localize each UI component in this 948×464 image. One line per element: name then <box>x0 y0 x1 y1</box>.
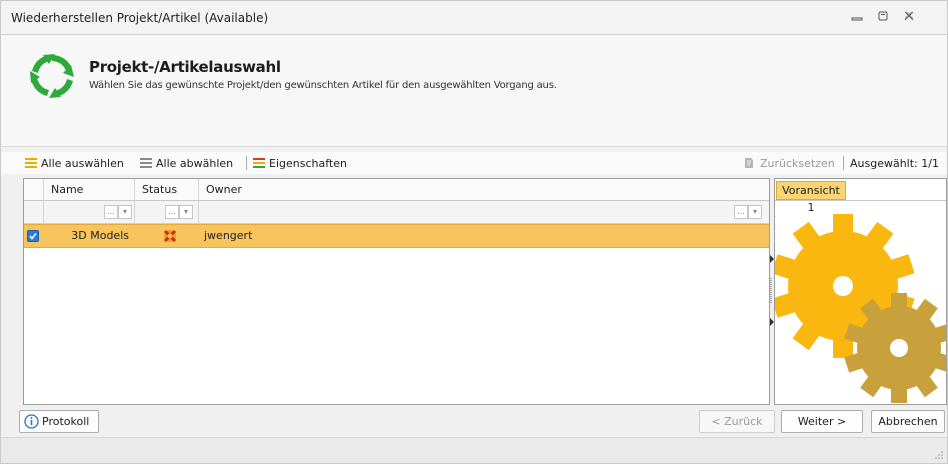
chevron-down-icon[interactable]: ▾ <box>748 205 762 219</box>
row-checkbox[interactable] <box>27 230 39 242</box>
filter-row-check <box>24 201 44 224</box>
next-label: Weiter > <box>797 415 847 428</box>
tab-preview-1[interactable]: Voransicht 1 <box>776 181 846 214</box>
page-subtitle: Wählen Sie das gewünschte Projekt/den ge… <box>89 80 557 91</box>
resize-grip-icon[interactable] <box>935 451 943 459</box>
select-all-label: Alle auswählen <box>41 156 124 170</box>
properties-label: Eigenschaften <box>269 156 347 170</box>
column-status-label: Status <box>142 183 178 196</box>
dialog-window: Wiederherstellen Projekt/Artikel (Availa… <box>0 0 948 464</box>
filter-ellipsis-button[interactable]: ... <box>734 205 748 219</box>
back-button[interactable]: < Zurück <box>699 410 775 433</box>
grid-header-status[interactable]: Status <box>135 179 199 201</box>
select-all-icon <box>25 158 37 168</box>
status-bar <box>1 437 947 463</box>
close-icon[interactable] <box>901 10 917 26</box>
row-name: 3D Models <box>71 229 129 242</box>
chevron-down-icon[interactable]: ▾ <box>118 205 132 219</box>
refresh-logo-icon <box>27 51 77 101</box>
window-title: Wiederherstellen Projekt/Artikel (Availa… <box>11 11 269 25</box>
filter-status[interactable]: ... ▾ <box>135 201 199 224</box>
selected-count-label: Ausgewählt: 1/1 <box>850 156 939 170</box>
properties-icon <box>253 158 265 168</box>
toolbar: Alle auswählen Alle abwählen Eigenschaft… <box>1 152 947 174</box>
reset-icon <box>745 158 753 168</box>
status-icon <box>162 228 178 250</box>
filter-ellipsis-button[interactable]: ... <box>104 205 118 219</box>
filter-ellipsis-button[interactable]: ... <box>165 205 179 219</box>
maximize-icon[interactable] <box>875 10 891 26</box>
row-owner: jwengert <box>204 229 253 242</box>
info-icon <box>24 414 39 429</box>
toolbar-divider <box>843 156 844 170</box>
grid-header-owner[interactable]: Owner <box>199 179 769 201</box>
preview-panel: Voransicht 1 <box>774 178 947 405</box>
toolbar-divider <box>246 156 247 170</box>
minimize-icon[interactable] <box>849 10 865 26</box>
chevron-down-icon[interactable]: ▾ <box>179 205 193 219</box>
table-row[interactable]: 3D Models jwengert <box>24 224 769 248</box>
cancel-label: Abbrechen <box>878 415 938 428</box>
deselect-all-label: Alle abwählen <box>156 156 234 170</box>
page-title: Projekt-/Artikelauswahl <box>89 58 281 76</box>
select-all-button[interactable]: Alle auswählen <box>25 155 124 171</box>
column-name-label: Name <box>51 183 84 196</box>
checkmark-icon <box>29 233 37 240</box>
grid-header-name[interactable]: Name <box>44 179 135 201</box>
next-button[interactable]: Weiter > <box>781 410 863 433</box>
gears-preview-image <box>775 214 946 403</box>
grid-header-check <box>24 179 44 201</box>
reset-button[interactable]: Zurücksetzen <box>742 155 835 171</box>
selected-count: Ausgewählt: 1/1 <box>850 155 939 171</box>
reset-label: Zurücksetzen <box>760 156 835 170</box>
back-label: < Zurück <box>711 415 763 428</box>
protocol-label: Protokoll <box>42 415 90 428</box>
wizard-header: Projekt-/Artikelauswahl Wählen Sie das g… <box>1 35 947 147</box>
project-grid: Name Status Owner ... ▾ ... ▾ ... ▾ 3D M… <box>23 178 770 405</box>
cancel-button[interactable]: Abbrechen <box>871 410 945 433</box>
column-owner-label: Owner <box>206 183 242 196</box>
properties-button[interactable]: Eigenschaften <box>253 155 347 171</box>
filter-name[interactable]: ... ▾ <box>44 201 135 224</box>
protocol-button[interactable]: Protokoll <box>19 410 99 433</box>
title-bar: Wiederherstellen Projekt/Artikel (Availa… <box>1 1 947 35</box>
deselect-all-icon <box>140 158 152 168</box>
filter-owner[interactable]: ... ▾ <box>199 201 769 224</box>
deselect-all-button[interactable]: Alle abwählen <box>140 155 233 171</box>
